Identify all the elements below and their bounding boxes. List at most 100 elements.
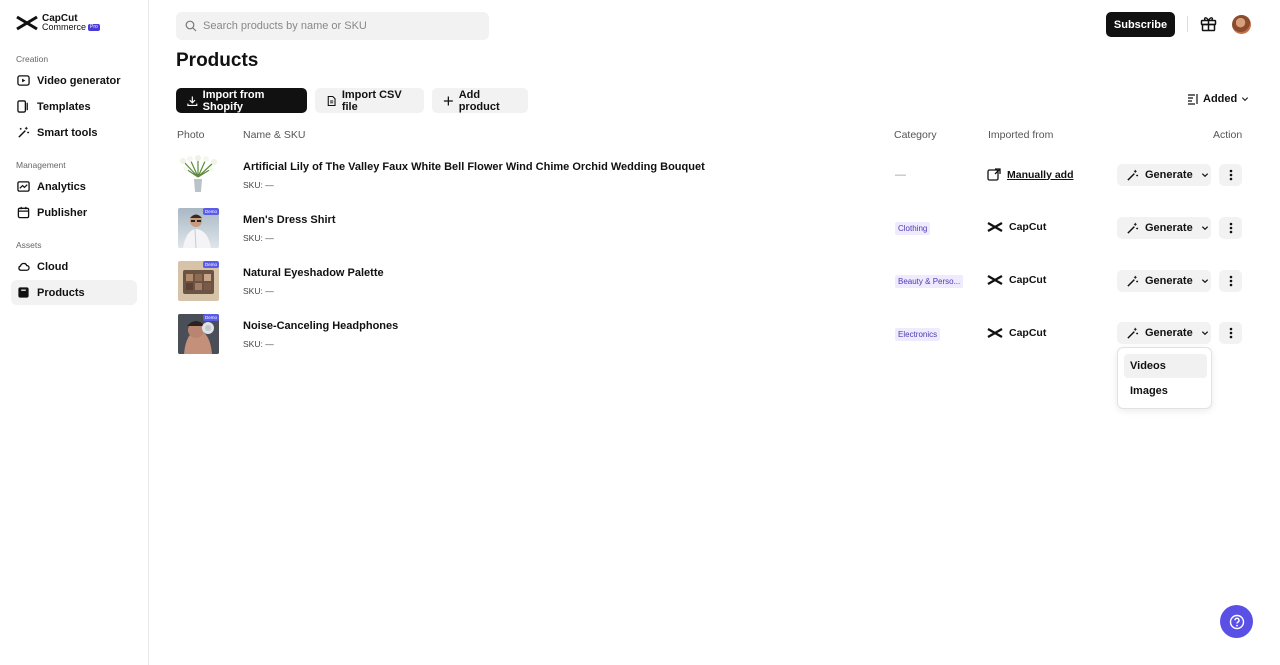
more-vertical-icon <box>1229 222 1232 234</box>
capcut-logo-icon <box>987 275 1003 285</box>
sidebar-item-video-generator[interactable]: Video generator <box>11 68 137 93</box>
sidebar-item-products[interactable]: Products <box>11 280 137 305</box>
button-label: Import from Shopify <box>202 88 265 113</box>
section-assets: Assets <box>16 240 42 250</box>
imported-from: CapCut <box>987 274 1046 286</box>
generate-button[interactable]: Generate <box>1117 322 1211 344</box>
generate-label: Generate <box>1145 222 1193 234</box>
video-icon <box>17 75 30 86</box>
products-icon <box>18 287 29 298</box>
product-name[interactable]: Men's Dress Shirt <box>243 214 335 226</box>
magic-wand-icon <box>1127 275 1139 287</box>
column-header-category: Category <box>894 129 937 141</box>
product-name[interactable]: Artificial Lily of The Valley Faux White… <box>243 161 705 173</box>
subscribe-button[interactable]: Subscribe <box>1106 12 1175 37</box>
button-label: Add product <box>458 88 500 113</box>
capcut-logo-icon <box>987 222 1003 232</box>
download-icon <box>187 96 198 106</box>
chevron-down-icon <box>1201 173 1208 178</box>
sidebar-item-label: Cloud <box>37 260 69 273</box>
product-sku: SKU: — <box>243 339 274 349</box>
chevron-down-icon <box>1201 331 1208 336</box>
sidebar-item-label: Publisher <box>37 206 88 219</box>
button-label: Import CSV file <box>341 88 402 113</box>
column-header-imported: Imported from <box>988 129 1054 141</box>
product-name[interactable]: Noise-Canceling Headphones <box>243 320 398 332</box>
search-input[interactable] <box>203 20 483 32</box>
product-thumbnail[interactable]: Demo <box>178 314 219 354</box>
product-sku: SKU: — <box>243 286 274 296</box>
sidebar: CapCut Commerce Pro Creation Video genera… <box>0 0 149 665</box>
add-product-button[interactable]: Add product <box>432 88 528 113</box>
capcut-logo-icon <box>987 328 1003 338</box>
product-thumbnail[interactable]: Demo <box>178 208 219 248</box>
column-header-action: Action <box>1213 129 1243 141</box>
sidebar-item-smart-tools[interactable]: Smart tools <box>11 120 137 145</box>
pro-badge: Pro <box>88 24 100 31</box>
more-options-button[interactable] <box>1219 322 1242 344</box>
sort-label: Added <box>1203 93 1238 105</box>
capcut-commerce-logo[interactable]: CapCut Commerce Pro <box>16 14 100 32</box>
file-icon <box>327 95 336 106</box>
chevron-down-icon <box>1201 226 1208 231</box>
category-badge: Electronics <box>895 328 941 341</box>
sidebar-item-cloud[interactable]: Cloud <box>11 254 137 279</box>
menu-item-images[interactable]: Images <box>1124 379 1207 403</box>
imported-from: CapCut <box>987 327 1046 339</box>
sort-dropdown[interactable]: Added <box>1187 93 1249 105</box>
search-bar[interactable] <box>176 12 489 40</box>
product-thumbnail[interactable] <box>178 155 219 195</box>
header-divider <box>1187 16 1188 32</box>
product-sku: SKU: — <box>243 233 274 243</box>
more-options-button[interactable] <box>1219 164 1242 186</box>
menu-item-videos[interactable]: Videos <box>1124 354 1207 378</box>
more-options-button[interactable] <box>1219 217 1242 239</box>
column-header-photo: Photo <box>177 129 205 141</box>
magic-wand-icon <box>1127 327 1139 339</box>
product-thumbnail[interactable]: Demo <box>178 261 219 301</box>
magic-wand-icon <box>18 126 30 138</box>
gift-icon[interactable] <box>1200 15 1217 32</box>
generate-button[interactable]: Generate <box>1117 217 1211 239</box>
magic-wand-icon <box>1127 169 1139 181</box>
search-icon <box>185 20 197 32</box>
imported-from-label: CapCut <box>1009 327 1047 339</box>
sidebar-item-publisher[interactable]: Publisher <box>11 200 137 225</box>
help-button[interactable] <box>1220 605 1253 638</box>
manual-import-icon <box>987 168 1001 181</box>
more-vertical-icon <box>1229 327 1232 339</box>
templates-icon <box>17 100 28 113</box>
demo-badge: Demo <box>202 208 219 215</box>
generate-label: Generate <box>1145 327 1193 339</box>
more-vertical-icon <box>1229 275 1232 287</box>
user-avatar[interactable] <box>1232 15 1251 34</box>
generate-button[interactable]: Generate <box>1117 164 1211 186</box>
import-from-shopify-button[interactable]: Import from Shopify <box>176 88 307 113</box>
calendar-icon <box>17 206 30 219</box>
sidebar-item-label: Video generator <box>37 74 121 87</box>
more-vertical-icon <box>1229 169 1232 181</box>
cloud-icon <box>18 262 30 271</box>
imported-from[interactable]: Manually add <box>987 168 1074 181</box>
generate-dropdown-menu: Videos Images <box>1117 347 1212 409</box>
generate-button[interactable]: Generate <box>1117 270 1211 292</box>
sidebar-item-label: Templates <box>37 100 91 113</box>
imported-from-label: CapCut <box>1009 274 1047 286</box>
import-csv-button[interactable]: Import CSV file <box>315 88 424 113</box>
generate-label: Generate <box>1145 275 1193 287</box>
more-options-button[interactable] <box>1219 270 1242 292</box>
category-badge: Clothing <box>895 222 931 235</box>
sort-icon <box>1188 94 1198 105</box>
plus-icon <box>443 96 453 105</box>
capcut-logo-icon <box>16 15 38 31</box>
category-badge: Beauty & Perso... <box>895 275 964 288</box>
section-management: Management <box>16 160 66 170</box>
chart-icon <box>17 181 30 192</box>
sidebar-item-label: Analytics <box>37 180 86 193</box>
sidebar-item-analytics[interactable]: Analytics <box>11 174 137 199</box>
imported-from-label: CapCut <box>1009 221 1047 233</box>
category-empty: — <box>895 169 906 181</box>
product-name[interactable]: Natural Eyeshadow Palette <box>243 267 384 279</box>
sidebar-item-templates[interactable]: Templates <box>11 94 137 119</box>
help-icon <box>1229 614 1244 629</box>
